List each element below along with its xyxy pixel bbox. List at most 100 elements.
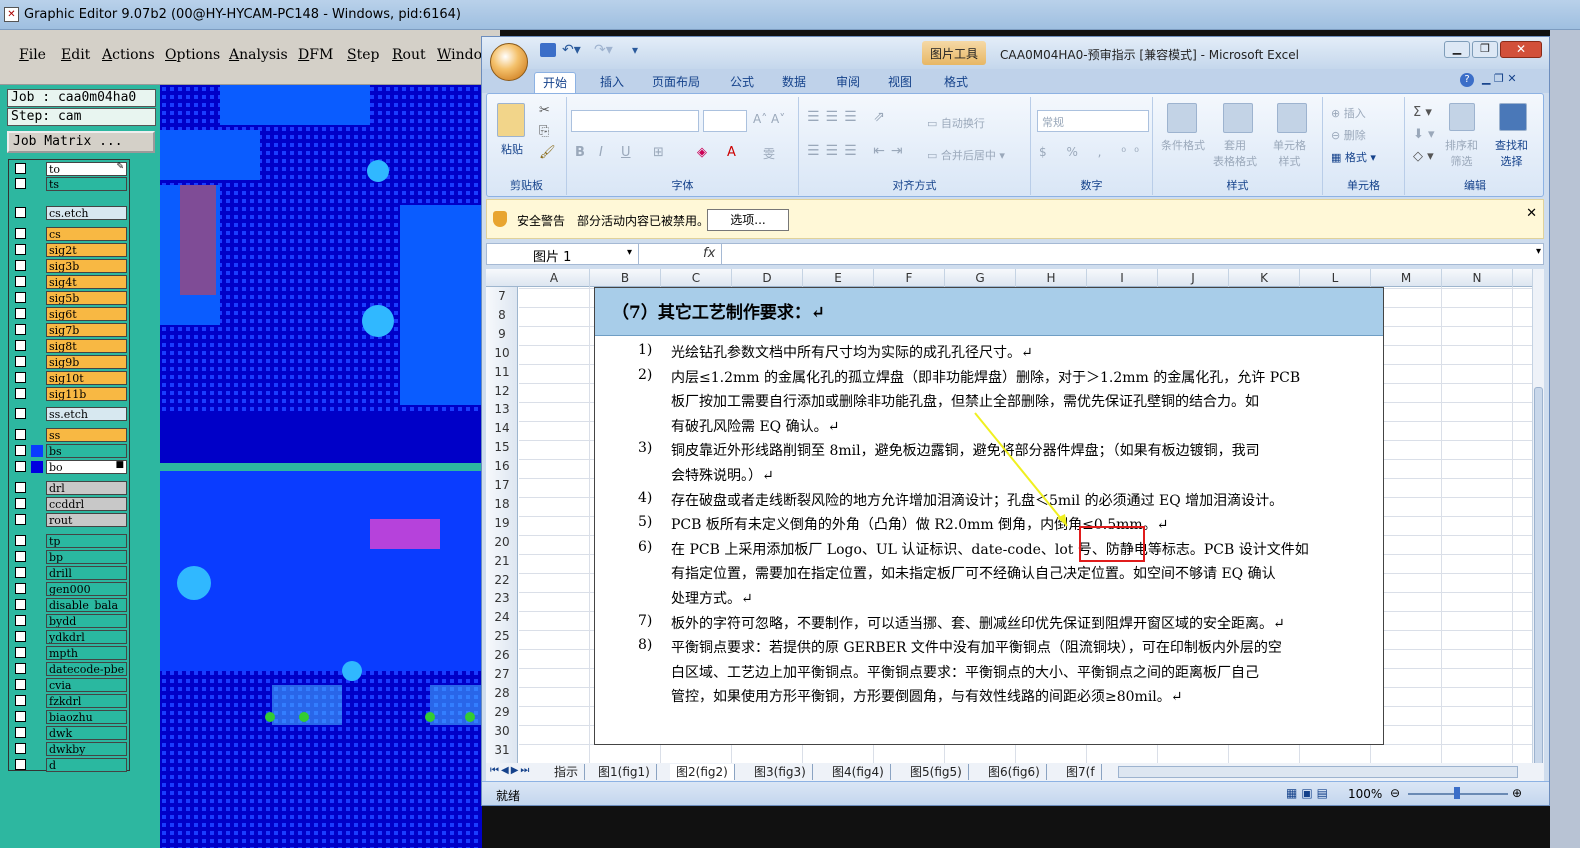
menu-step[interactable]: Step bbox=[347, 47, 379, 63]
layer-checkbox[interactable] bbox=[15, 292, 26, 303]
row-header[interactable]: 8 bbox=[486, 306, 518, 325]
row-header[interactable]: 21 bbox=[486, 552, 518, 571]
row-header[interactable]: 7 bbox=[486, 287, 518, 306]
layer-row[interactable]: to ✎ bbox=[11, 162, 127, 176]
layer-row[interactable]: fzkdrl bbox=[11, 694, 127, 708]
layer-checkbox[interactable] bbox=[15, 743, 26, 754]
layer-name[interactable]: bydd bbox=[46, 614, 127, 628]
layer-name[interactable]: gen000 bbox=[46, 582, 127, 596]
layer-checkbox[interactable] bbox=[15, 551, 26, 562]
layer-name[interactable]: cs.etch bbox=[46, 206, 127, 220]
layer-checkbox[interactable] bbox=[15, 599, 26, 610]
security-options-button[interactable]: 选项... bbox=[707, 209, 789, 231]
cut-icon[interactable]: ✂ bbox=[539, 103, 550, 118]
layer-row[interactable]: bo ■ bbox=[11, 460, 127, 474]
layer-checkbox[interactable] bbox=[15, 482, 26, 493]
save-icon[interactable] bbox=[540, 43, 556, 57]
layer-row[interactable]: ts bbox=[11, 177, 127, 191]
row-header[interactable]: 16 bbox=[486, 457, 518, 476]
row-header[interactable]: 27 bbox=[486, 665, 518, 684]
formula-input[interactable] bbox=[721, 244, 1531, 264]
layer-row[interactable]: sig9b bbox=[11, 355, 127, 369]
row-header[interactable]: 22 bbox=[486, 571, 518, 590]
formula-expand-icon[interactable]: ▾ bbox=[1536, 246, 1541, 257]
layer-name[interactable]: ss bbox=[46, 428, 127, 442]
layer-name[interactable]: sig7b bbox=[46, 323, 127, 337]
tab-formulas[interactable]: 公式 bbox=[722, 72, 762, 93]
layer-checkbox[interactable] bbox=[15, 207, 26, 218]
layer-checkbox[interactable] bbox=[15, 163, 26, 174]
layer-row[interactable]: dwkby bbox=[11, 742, 127, 756]
layer-row[interactable]: ss bbox=[11, 428, 127, 442]
sheet-tab[interactable]: 图5(fig5) bbox=[904, 764, 969, 780]
tab-home[interactable]: 开始 bbox=[534, 72, 577, 93]
layer-checkbox[interactable] bbox=[15, 711, 26, 722]
column-header[interactable]: M bbox=[1371, 269, 1442, 287]
layer-checkbox[interactable] bbox=[15, 759, 26, 770]
layer-name[interactable]: drl bbox=[46, 481, 127, 495]
layer-checkbox[interactable] bbox=[15, 679, 26, 690]
layer-row[interactable]: drill bbox=[11, 566, 127, 580]
font-size-input[interactable] bbox=[703, 110, 747, 132]
row-header[interactable]: 9 bbox=[486, 325, 518, 344]
layer-name[interactable]: sig2t bbox=[46, 243, 127, 257]
picture-1[interactable]: （7）其它工艺制作要求：↵ 1) 光绘钻孔参数文档中所有尺寸均为实际的成孔孔径尺寸… bbox=[594, 287, 1384, 745]
tab-data[interactable]: 数据 bbox=[774, 72, 814, 93]
row-header[interactable]: 31 bbox=[486, 741, 518, 760]
pcb-canvas[interactable] bbox=[160, 85, 482, 848]
layer-row[interactable]: sig2t bbox=[11, 243, 127, 257]
layer-row[interactable]: ccddrl bbox=[11, 497, 127, 511]
layer-checkbox[interactable] bbox=[15, 276, 26, 287]
layer-checkbox[interactable] bbox=[15, 647, 26, 658]
paste-button[interactable]: 粘贴 bbox=[501, 141, 523, 157]
layer-checkbox[interactable] bbox=[15, 663, 26, 674]
layer-checkbox[interactable] bbox=[15, 727, 26, 738]
layer-checkbox[interactable] bbox=[15, 324, 26, 335]
sheet-tab[interactable]: 图6(fig6) bbox=[982, 764, 1047, 780]
column-header[interactable]: L bbox=[1300, 269, 1371, 287]
layer-row[interactable]: bs bbox=[11, 444, 127, 458]
security-close-icon[interactable]: ✕ bbox=[1526, 206, 1537, 221]
row-header[interactable]: 28 bbox=[486, 684, 518, 703]
layer-name[interactable]: dwkby bbox=[46, 742, 127, 756]
cell-area[interactable]: （7）其它工艺制作要求：↵ 1) 光绘钻孔参数文档中所有尺寸均为实际的成孔孔径尺寸… bbox=[519, 287, 1532, 763]
layer-checkbox[interactable] bbox=[15, 498, 26, 509]
vertical-scroll-thumb[interactable] bbox=[1534, 387, 1543, 763]
tab-insert[interactable]: 插入 bbox=[592, 72, 632, 93]
layer-row[interactable]: mpth bbox=[11, 646, 127, 660]
row-header[interactable]: 23 bbox=[486, 589, 518, 608]
restore-button[interactable]: ❐ bbox=[1472, 41, 1498, 58]
row-header[interactable]: 18 bbox=[486, 495, 518, 514]
layer-name[interactable]: cs bbox=[46, 227, 127, 241]
find-select-icon[interactable] bbox=[1499, 103, 1527, 131]
layer-checkbox[interactable] bbox=[15, 514, 26, 525]
tab-format[interactable]: 格式 bbox=[936, 72, 976, 93]
row-header[interactable]: 20 bbox=[486, 533, 518, 552]
row-header[interactable]: 19 bbox=[486, 514, 518, 533]
quick-access-menu-icon[interactable]: ▾ bbox=[632, 43, 638, 57]
column-header[interactable]: G bbox=[945, 269, 1016, 287]
layer-name[interactable]: d bbox=[46, 758, 127, 772]
job-matrix-button[interactable]: Job Matrix ... bbox=[7, 131, 155, 153]
row-header[interactable]: 29 bbox=[486, 703, 518, 722]
column-header[interactable]: N bbox=[1442, 269, 1513, 287]
layer-row[interactable]: drl bbox=[11, 481, 127, 495]
paste-icon[interactable] bbox=[497, 103, 525, 137]
layer-name[interactable]: biaozhu bbox=[46, 710, 127, 724]
row-header[interactable]: 14 bbox=[486, 419, 518, 438]
menu-edit[interactable]: Edit bbox=[61, 47, 90, 63]
layer-name[interactable]: bp bbox=[46, 550, 127, 564]
layer-name[interactable]: sig11b bbox=[46, 387, 127, 401]
layer-name[interactable]: drill bbox=[46, 566, 127, 580]
layer-checkbox[interactable] bbox=[15, 340, 26, 351]
menu-analysis[interactable]: Analysis bbox=[229, 47, 288, 63]
layer-name[interactable]: mpth bbox=[46, 646, 127, 660]
sheet-tab[interactable]: 指示 bbox=[548, 764, 586, 780]
column-header[interactable]: E bbox=[803, 269, 874, 287]
layer-row[interactable]: disable_bala bbox=[11, 598, 127, 612]
layer-row[interactable]: sig5b bbox=[11, 291, 127, 305]
layer-row[interactable]: d bbox=[11, 758, 127, 772]
layer-row[interactable]: sig6t bbox=[11, 307, 127, 321]
column-header[interactable]: B bbox=[590, 269, 661, 287]
horizontal-scrollbar[interactable] bbox=[1118, 766, 1518, 778]
